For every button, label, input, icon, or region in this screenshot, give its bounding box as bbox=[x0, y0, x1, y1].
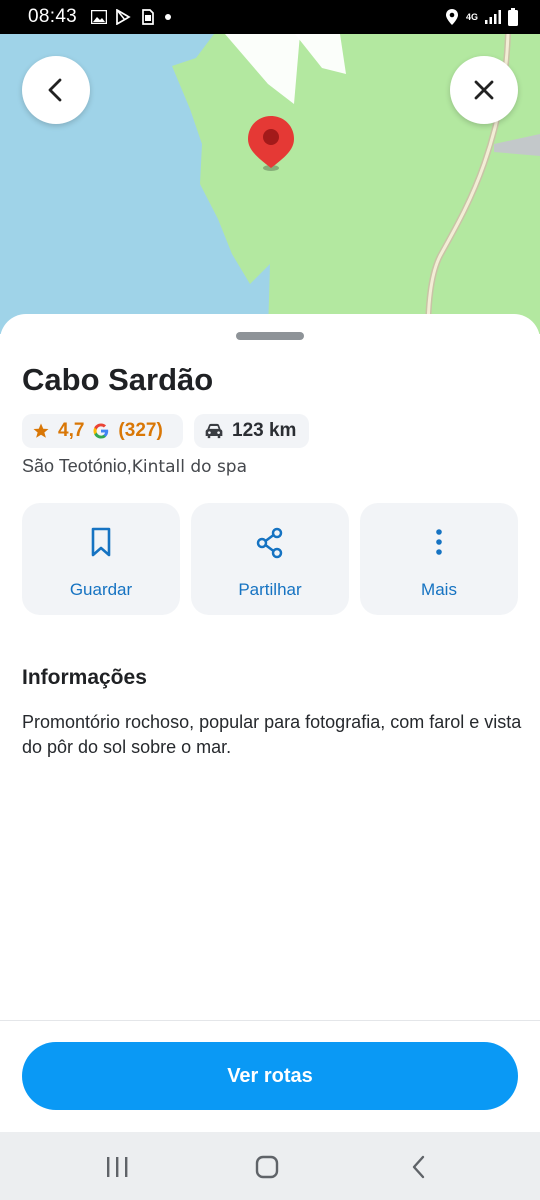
address-main: São Teotónio, bbox=[22, 456, 132, 476]
sim-icon bbox=[142, 9, 154, 25]
info-description: Promontório rochoso, popular para fotogr… bbox=[22, 712, 522, 757]
more-vertical-icon bbox=[436, 529, 442, 555]
drag-handle[interactable] bbox=[236, 332, 304, 340]
network-type: 4G bbox=[465, 11, 478, 22]
back-button[interactable] bbox=[22, 56, 90, 124]
close-icon bbox=[474, 80, 494, 100]
share-button[interactable]: Partilhar bbox=[191, 503, 349, 615]
star-icon bbox=[33, 423, 49, 438]
screen: 08:43 4G Cabo Sardão 4,7 (327) 123 km Sã… bbox=[0, 0, 540, 1200]
chevron-left-icon bbox=[48, 78, 62, 102]
rating-value: 4,7 bbox=[58, 420, 85, 441]
place-title: Cabo Sardão bbox=[22, 362, 214, 397]
address-extra: Kintall do spa bbox=[131, 457, 248, 477]
battery-icon bbox=[508, 8, 518, 26]
system-nav-bar bbox=[0, 1132, 540, 1200]
place-address: São Teotónio,Kintall do spa bbox=[22, 456, 247, 477]
google-icon bbox=[93, 423, 109, 439]
info-section-title: Informações bbox=[22, 666, 147, 689]
location-icon bbox=[445, 9, 458, 25]
place-details-sheet: Cabo Sardão 4,7 (327) 123 km São Teotóni… bbox=[0, 314, 540, 1200]
more-label: Mais bbox=[421, 580, 457, 599]
save-label: Guardar bbox=[69, 580, 133, 599]
close-button[interactable] bbox=[450, 56, 518, 124]
status-right: 4G bbox=[445, 8, 518, 26]
notification-icons bbox=[91, 9, 173, 25]
rating-chip[interactable]: 4,7 (327) bbox=[22, 414, 183, 448]
signal-icon bbox=[485, 10, 501, 24]
review-count: (327) bbox=[118, 420, 163, 441]
save-button[interactable]: Guardar bbox=[22, 503, 180, 615]
location-pin-icon bbox=[248, 116, 294, 171]
play-store-icon bbox=[116, 9, 131, 25]
dot-icon bbox=[165, 14, 172, 20]
car-icon bbox=[205, 423, 223, 439]
back-arrow-icon bbox=[412, 1155, 425, 1179]
distance-chip[interactable]: 123 km bbox=[194, 414, 309, 448]
share-label: Partilhar bbox=[238, 580, 302, 599]
more-button[interactable]: Mais bbox=[360, 503, 518, 615]
status-bar: 08:43 4G bbox=[0, 0, 540, 34]
bookmark-icon bbox=[91, 527, 111, 557]
recents-icon bbox=[107, 1157, 128, 1177]
distance-value: 123 km bbox=[232, 420, 297, 441]
share-icon bbox=[256, 527, 283, 559]
gallery-icon bbox=[91, 10, 108, 24]
status-time: 08:43 bbox=[28, 6, 78, 27]
get-directions-button[interactable]: Ver rotas bbox=[22, 1042, 518, 1110]
divider bbox=[0, 1020, 540, 1021]
recents-button[interactable] bbox=[102, 1152, 132, 1182]
system-back-button[interactable] bbox=[404, 1152, 434, 1182]
home-icon bbox=[255, 1155, 279, 1179]
home-button[interactable] bbox=[252, 1152, 282, 1182]
